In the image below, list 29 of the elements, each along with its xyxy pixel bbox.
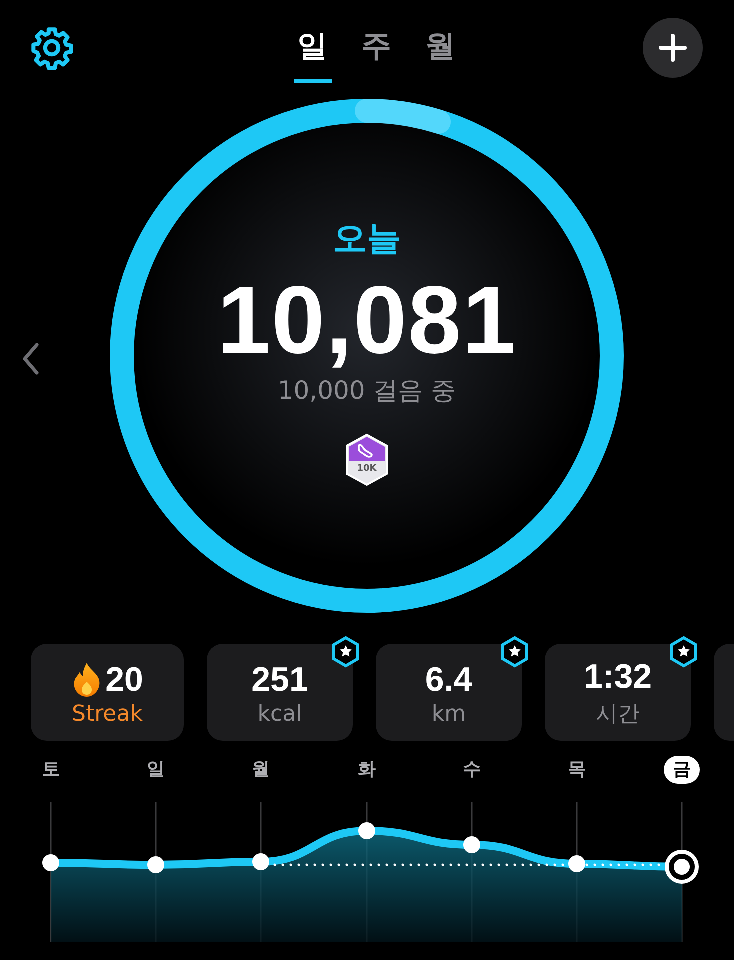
period-tab[interactable]: 일 bbox=[294, 26, 332, 82]
settings-icon[interactable] bbox=[30, 26, 74, 70]
day-label[interactable]: 수 bbox=[457, 756, 487, 784]
day-label[interactable]: 일 bbox=[141, 756, 171, 784]
stat-value: 20 bbox=[106, 660, 144, 700]
plus-icon bbox=[658, 33, 688, 63]
stat-value: 6.4 bbox=[425, 660, 473, 700]
day-label[interactable]: 금 bbox=[664, 756, 700, 784]
period-tab[interactable]: 월 bbox=[422, 26, 460, 82]
stat-label: 시간 bbox=[596, 701, 640, 729]
stat-label: Streak bbox=[72, 702, 143, 726]
day-label[interactable]: 화 bbox=[352, 756, 382, 784]
stat-card[interactable]: 20 Streak bbox=[31, 644, 184, 741]
flame-icon bbox=[72, 662, 102, 698]
day-label[interactable]: 목 bbox=[562, 756, 592, 784]
goal-badge: 10K bbox=[343, 432, 391, 486]
today-label: 오늘 bbox=[333, 218, 401, 260]
step-count: 10,081 bbox=[217, 266, 517, 376]
stat-value: 1:32 bbox=[584, 658, 652, 697]
day-label[interactable]: 월 bbox=[246, 756, 276, 784]
stat-label: kcal bbox=[258, 702, 302, 726]
step-goal: 10,000 걸음 중 bbox=[278, 374, 456, 406]
day-label[interactable]: 토 bbox=[36, 756, 66, 784]
stat-card[interactable]: 6.4 km bbox=[376, 644, 522, 741]
stat-value: 251 bbox=[252, 660, 308, 700]
stat-label: km bbox=[432, 702, 466, 726]
stat-card[interactable]: 251 kcal bbox=[207, 644, 353, 741]
period-tab[interactable]: 주 bbox=[358, 26, 396, 82]
stat-card[interactable]: 1:32 시간 bbox=[545, 644, 691, 741]
